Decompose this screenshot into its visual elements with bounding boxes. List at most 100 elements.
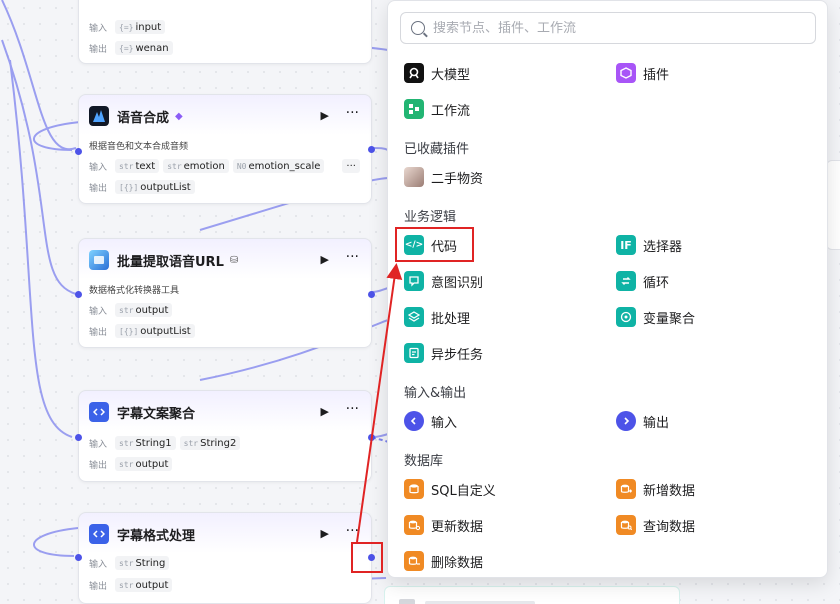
input-port[interactable] xyxy=(75,554,82,561)
param-chip: str text xyxy=(115,159,160,173)
param-chip: str String1 xyxy=(115,436,176,450)
tts-node-icon xyxy=(89,106,109,126)
param-chip: str output xyxy=(115,578,173,592)
menu-item-query-data[interactable]: 查询数据 xyxy=(616,514,695,536)
menu-item-update-data[interactable]: 更新数据 xyxy=(404,514,483,536)
node-input-row: 输入 str text str emotion N0 emotion_scale ··… xyxy=(89,158,364,174)
node-partial-bottom[interactable] xyxy=(384,586,680,604)
param-chip: N0 emotion_scale xyxy=(232,159,325,173)
loop-icon xyxy=(616,271,636,291)
node-input-row: 输入 str String1 str String2 xyxy=(89,435,244,451)
node-output-row: 输出 str output xyxy=(89,577,176,593)
input-port[interactable] xyxy=(75,291,82,298)
menu-item-plugin[interactable]: 插件 xyxy=(616,62,669,84)
menu-item-variable-merge[interactable]: 变量聚合 xyxy=(616,306,695,328)
batch-icon xyxy=(404,307,424,327)
output-port[interactable] xyxy=(368,291,375,298)
add-node-panel: 大模型 插件 工作流 已收藏插件 二手物资 业务逻辑 </> 代码 IF 选择器… xyxy=(387,0,828,578)
menu-item-favorite-plugin[interactable]: 二手物资 xyxy=(404,166,483,188)
database-icon: ⛁ xyxy=(229,254,239,266)
output-port[interactable] xyxy=(368,146,375,153)
run-node-button[interactable]: ▶ xyxy=(321,109,329,122)
param-chip: [{}] outputList xyxy=(115,180,195,194)
input-port[interactable] xyxy=(75,434,82,441)
code-node-icon xyxy=(89,524,109,544)
wire xyxy=(371,287,389,293)
menu-item-sql[interactable]: SQL自定义 xyxy=(404,478,496,500)
node-tts[interactable]: 语音合成 ◆ ▶ ··· 根据音色和文本合成音频 输入 str text str e… xyxy=(75,94,375,204)
node-input-row: 输入 {=} input xyxy=(89,19,169,35)
more-params-chip[interactable]: ··· xyxy=(342,159,360,173)
node-top-partial[interactable]: 输入 {=} input 输出 {=} wenan xyxy=(78,0,372,64)
param-chip: [{}] outputList xyxy=(115,324,195,338)
menu-item-workflow[interactable]: 工作流 xyxy=(404,98,470,120)
diamond-icon: ◆ xyxy=(175,110,183,122)
param-chip: {=} input xyxy=(115,20,166,34)
run-node-button[interactable]: ▶ xyxy=(321,253,329,266)
highlight-box-port xyxy=(351,542,383,573)
update-data-icon xyxy=(404,515,424,535)
llm-icon xyxy=(404,63,424,83)
sql-icon xyxy=(404,479,424,499)
param-chip: str emotion xyxy=(163,159,229,173)
menu-item-input[interactable]: 输入 xyxy=(404,410,457,432)
delete-data-icon xyxy=(404,551,424,571)
node-output-row: 输出 [{}] outputList xyxy=(89,179,199,195)
section-io: 输入&输出 xyxy=(404,386,467,401)
search-box[interactable] xyxy=(400,12,816,44)
param-chip: str output xyxy=(115,457,173,471)
node-input-row: 输入 str String xyxy=(89,555,173,571)
menu-item-intent[interactable]: 意图识别 xyxy=(404,270,483,292)
param-chip: str String xyxy=(115,556,170,570)
avatar-icon xyxy=(404,167,424,187)
menu-item-delete-data[interactable]: 删除数据 xyxy=(404,550,483,572)
variable-merge-icon xyxy=(616,307,636,327)
param-chip: str String2 xyxy=(179,436,241,450)
output-icon xyxy=(616,411,636,431)
section-logic: 业务逻辑 xyxy=(404,210,457,225)
more-options-button[interactable]: ··· xyxy=(346,523,359,539)
menu-item-add-data[interactable]: 新增数据 xyxy=(616,478,695,500)
menu-item-batch[interactable]: 批处理 xyxy=(404,306,470,328)
node-input-row: 输入 str output xyxy=(89,302,176,318)
node-subtitle-format[interactable]: 字幕格式处理 ▶ ··· 输入 str String 输出 str output xyxy=(75,512,375,604)
menu-item-output[interactable]: 输出 xyxy=(616,410,669,432)
section-favorites: 已收藏插件 xyxy=(404,142,470,157)
node-title: 字幕格式处理 xyxy=(117,528,196,544)
query-data-icon xyxy=(616,515,636,535)
menu-item-llm[interactable]: 大模型 xyxy=(404,62,470,84)
node-icon-placeholder xyxy=(399,599,415,604)
search-icon xyxy=(411,21,425,35)
code-node-icon xyxy=(89,402,109,422)
node-title: 字幕文案聚合 xyxy=(117,406,196,422)
menu-item-async-task[interactable]: 异步任务 xyxy=(404,342,483,364)
more-options-button[interactable]: ··· xyxy=(346,249,359,265)
plugin-icon xyxy=(616,63,636,83)
highlight-box-code xyxy=(395,227,474,262)
node-partial-right[interactable] xyxy=(826,160,840,250)
section-database: 数据库 xyxy=(404,454,444,469)
input-icon xyxy=(404,411,424,431)
more-options-button[interactable]: ··· xyxy=(346,401,359,417)
add-data-icon xyxy=(616,479,636,499)
param-chip: str output xyxy=(115,303,173,317)
run-node-button[interactable]: ▶ xyxy=(321,527,329,540)
search-input[interactable] xyxy=(433,20,793,36)
output-port[interactable] xyxy=(368,434,375,441)
menu-item-loop[interactable]: 循环 xyxy=(616,270,669,292)
node-subtitle-aggregate[interactable]: 字幕文案聚合 ▶ ··· 输入 str String1 str String2 输出… xyxy=(75,390,375,482)
node-output-row: 输出 {=} wenan xyxy=(89,40,177,56)
run-node-button[interactable]: ▶ xyxy=(321,405,329,418)
wire xyxy=(9,59,73,438)
node-title: 批量提取语音URL xyxy=(117,254,224,270)
wire xyxy=(33,121,81,151)
menu-item-selector[interactable]: IF 选择器 xyxy=(616,234,682,256)
node-batch-extract[interactable]: 批量提取语音URL ⛁ ▶ ··· 数据格式化转换器工具 输入 str outpu… xyxy=(75,238,375,348)
workflow-icon xyxy=(404,99,424,119)
node-description: 数据格式化转换器工具 xyxy=(89,286,180,296)
input-port[interactable] xyxy=(75,148,82,155)
more-options-button[interactable]: ··· xyxy=(346,105,359,121)
wire xyxy=(33,527,79,557)
intent-icon xyxy=(404,271,424,291)
param-chip: {=} wenan xyxy=(115,41,173,55)
